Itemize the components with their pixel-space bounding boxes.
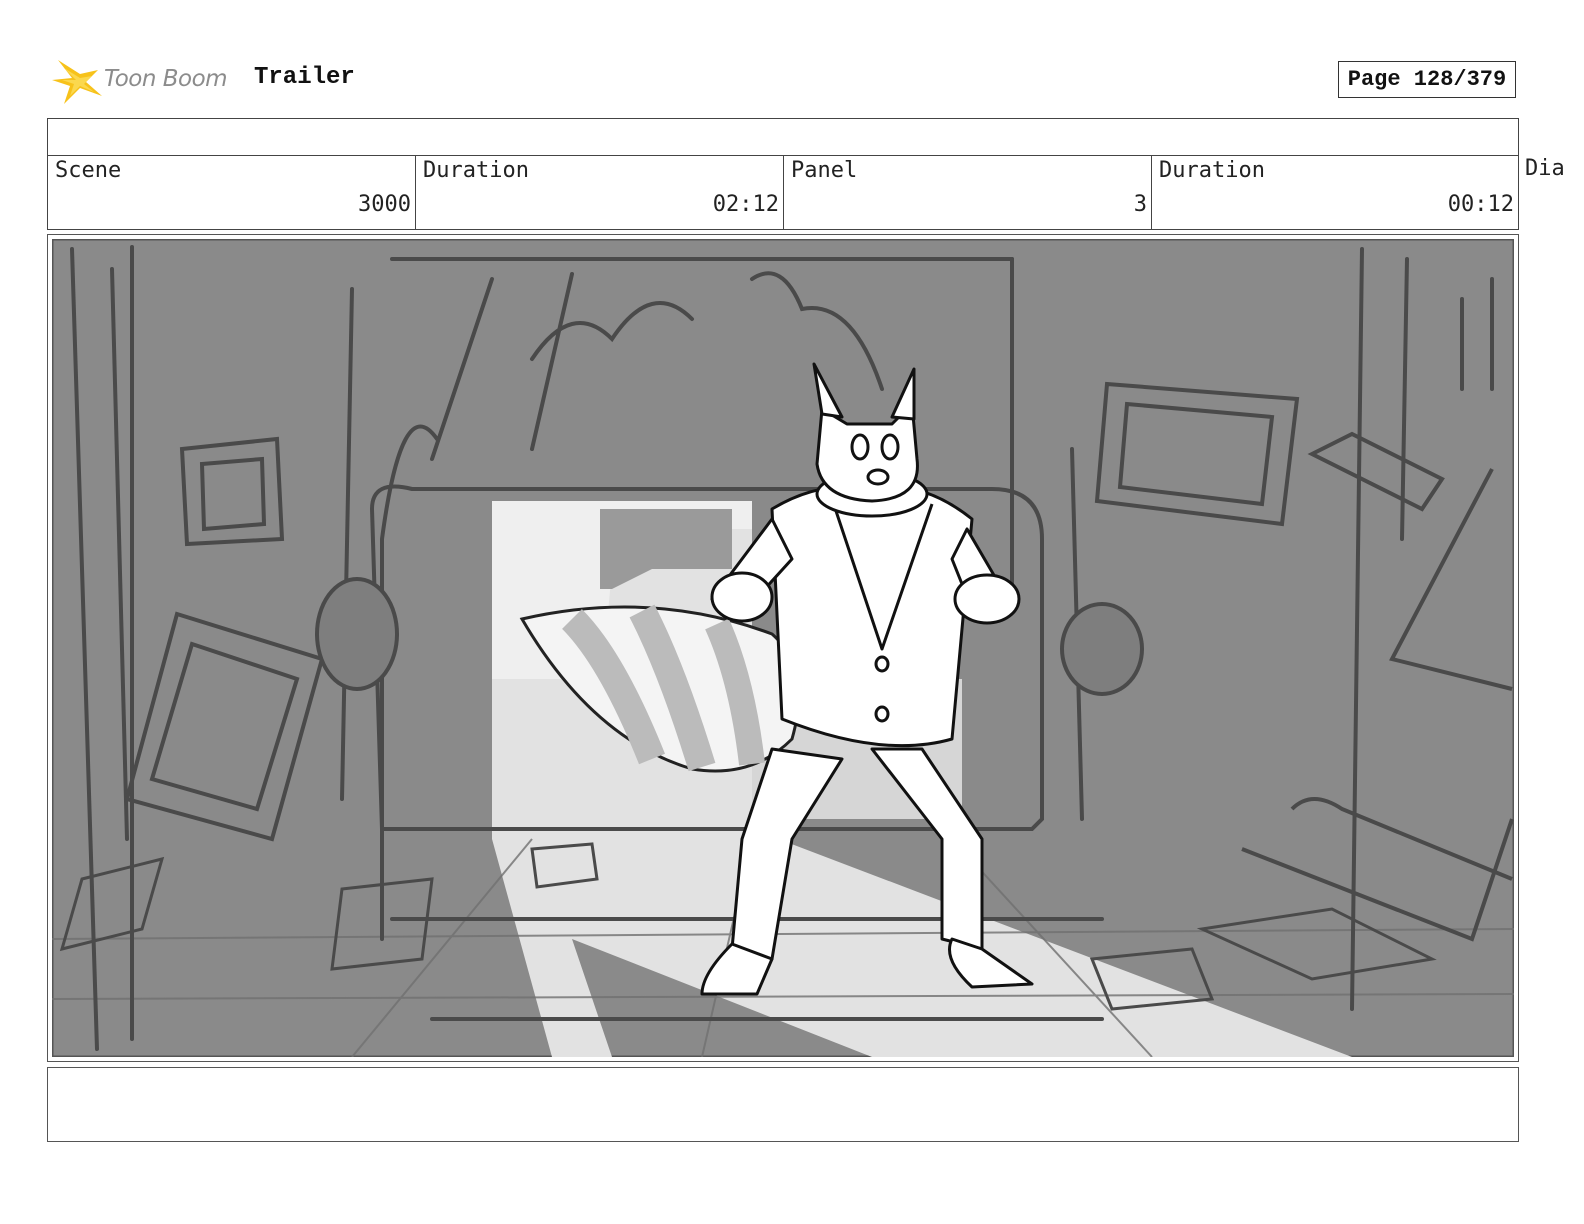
panel-value: 3	[1133, 192, 1147, 217]
panel-duration-value: 00:12	[1447, 192, 1514, 217]
panel-duration-label: Duration	[1159, 158, 1265, 183]
logo-text: Toon Boom	[104, 66, 228, 92]
scene-label: Scene	[55, 158, 122, 183]
scene-value: 3000	[358, 192, 411, 217]
scene-cell: Scene 3000	[48, 156, 416, 230]
panel-cell: Panel 3	[784, 156, 1152, 230]
project-title: Trailer	[254, 64, 355, 91]
page-indicator: Page 128/379	[1338, 61, 1516, 98]
toon-boom-logo: Toon Boom	[50, 56, 240, 106]
scene-duration-value: 02:12	[712, 192, 779, 217]
dialogue-label: Dia	[1525, 156, 1565, 181]
panel-label: Panel	[791, 158, 858, 183]
scene-duration-cell: Duration 02:12	[416, 156, 784, 230]
storyboard-sketch	[52, 239, 1514, 1057]
scene-duration-label: Duration	[423, 158, 529, 183]
starburst-icon	[52, 60, 102, 104]
panel-info-header: Scene 3000 Duration 02:12 Panel 3 Durati…	[47, 118, 1519, 230]
notes-box	[47, 1067, 1519, 1142]
panel-duration-cell: Duration 00:12	[1152, 156, 1518, 230]
storyboard-panel	[47, 234, 1519, 1062]
